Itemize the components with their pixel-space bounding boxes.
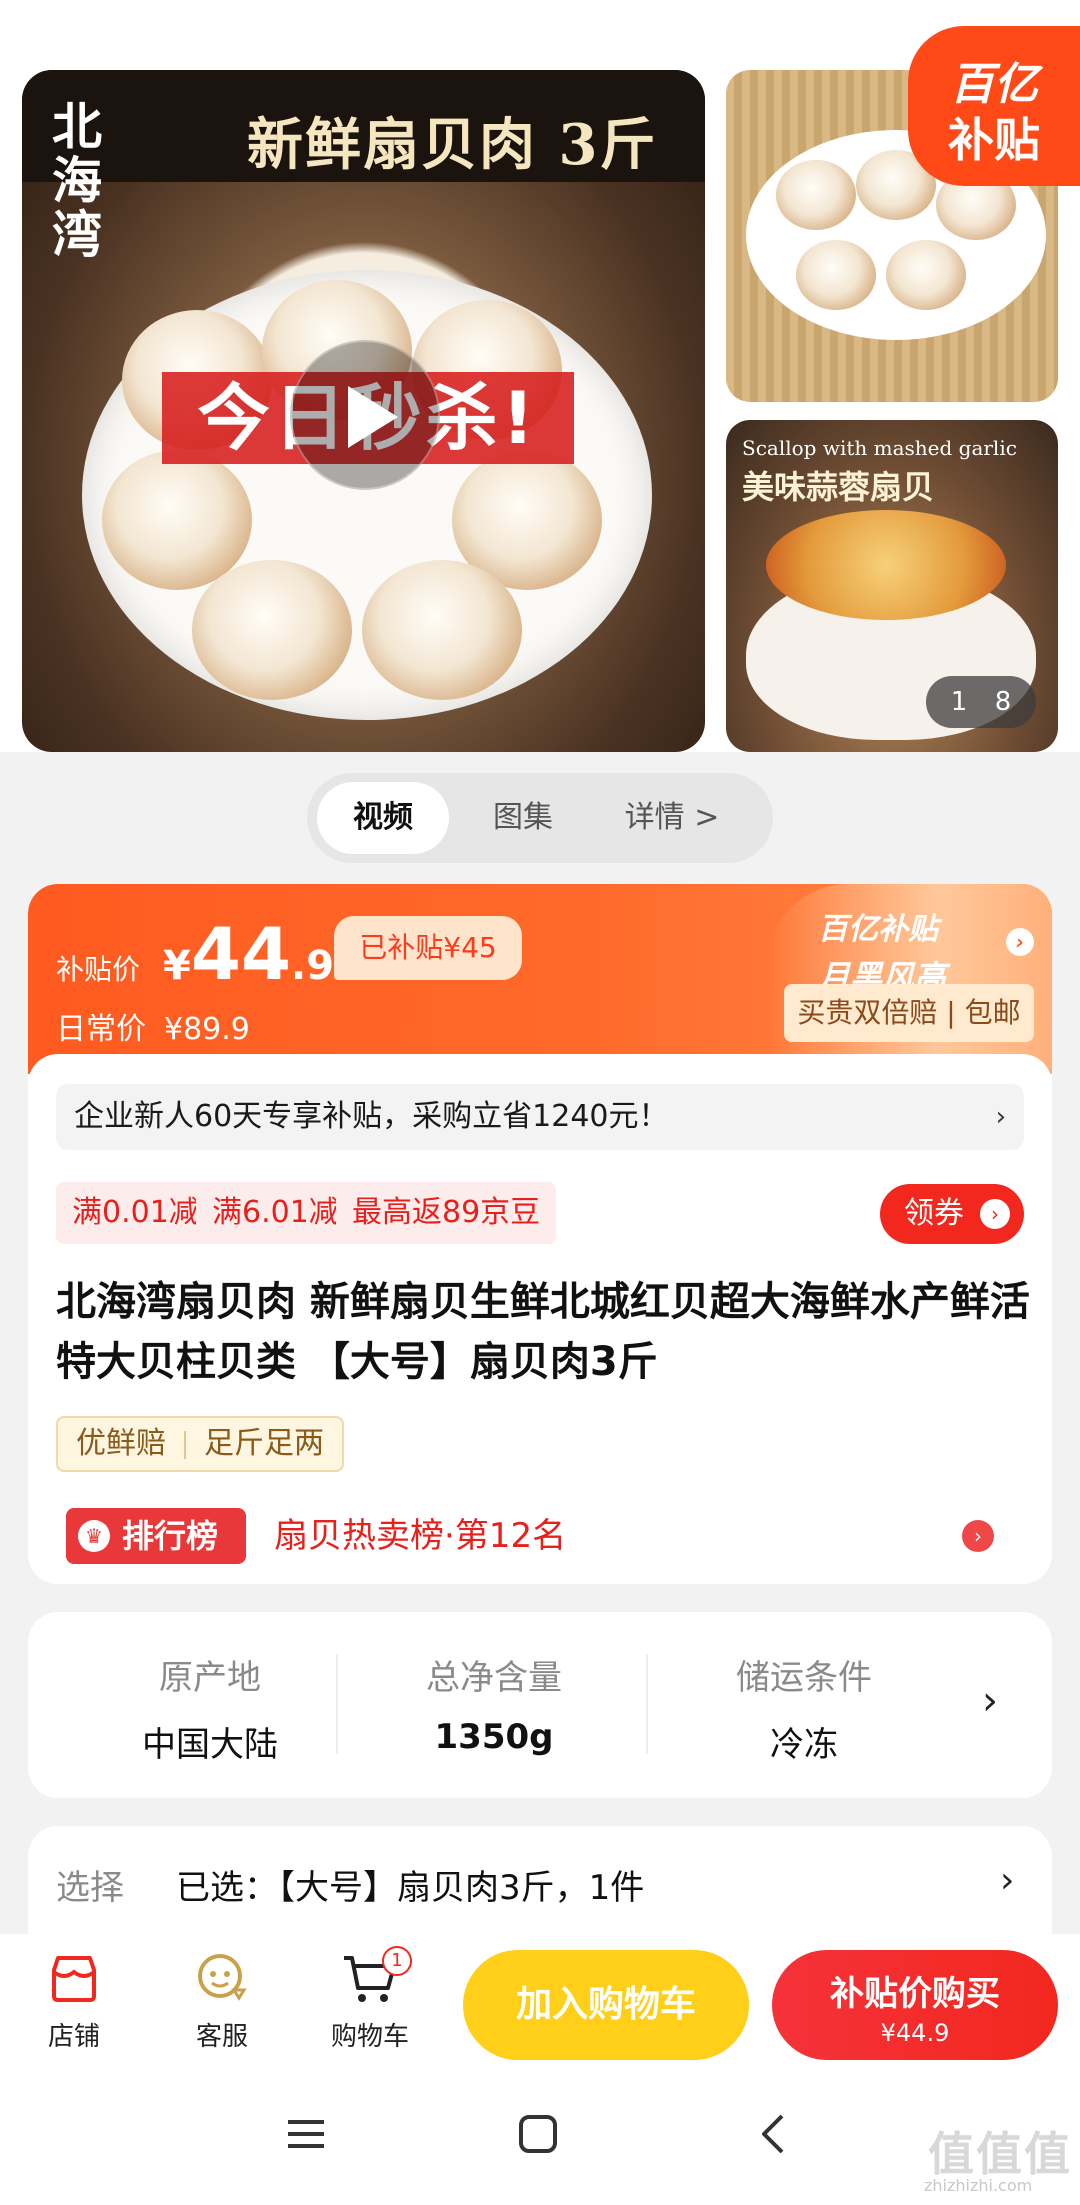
daily-price: 日常价 ¥89.9 <box>56 1004 250 1048</box>
cart-label: 购物车 <box>330 2022 409 2052</box>
brand-subsidy-line1: 百亿补贴 <box>818 912 938 947</box>
customer-service-label: 客服 <box>195 2022 248 2052</box>
price-card: 补贴价 ¥44.9 已补贴¥45 日常价 ¥89.9 百亿补贴 月黑风高 › 买贵… <box>28 884 1052 1584</box>
tab-gallery[interactable]: 图集 <box>457 782 589 854</box>
tab-details[interactable]: 详情 > <box>597 782 747 854</box>
subsidy-corner-line1: 百亿 <box>950 59 1038 110</box>
buy-now-price: ¥44.9 <box>880 2019 950 2047</box>
thumbnail-english-caption: Scallop with mashed garlic <box>742 436 1017 460</box>
cart-button[interactable]: 1 购物车 <box>320 1946 420 2053</box>
price-header: 补贴价 ¥44.9 已补贴¥45 日常价 ¥89.9 百亿补贴 月黑风高 › 买贵… <box>28 884 1052 1074</box>
gallery-counter: 18 <box>926 676 1036 728</box>
get-coupon-button[interactable]: 领券 › <box>880 1184 1024 1244</box>
price-decimal: .9 <box>291 943 335 989</box>
scallop-plate-image <box>82 270 652 720</box>
image-gallery[interactable]: 北海湾 新鲜扇贝肉 3斤 今日秒杀! Scallop with mashed g… <box>0 0 1080 752</box>
chevron-right-icon: › <box>1000 1860 1015 1901</box>
garlic-scallop-image <box>766 510 1006 620</box>
subsidy-corner-badge: 百亿 补贴 <box>908 26 1080 186</box>
spec-label: 总净含量 <box>426 1658 562 1698</box>
chevron-right-icon: › <box>1006 928 1034 956</box>
play-icon <box>348 386 398 448</box>
brand-logo-text: 北海湾 <box>52 97 102 264</box>
gallery-counter-current: 1 <box>950 687 968 717</box>
select-label: 选择 <box>56 1868 124 1908</box>
media-tabs: 视频 图集 详情 > <box>307 773 773 863</box>
tab-video[interactable]: 视频 <box>317 782 449 854</box>
watermark-url: zhizhizhi.com <box>924 2176 1033 2195</box>
subsidy-price-label: 补贴价 <box>56 953 141 986</box>
buy-now-button[interactable]: 补贴价购买 ¥44.9 <box>772 1950 1058 2060</box>
spec-value: 中国大陆 <box>142 1725 278 1765</box>
spec-label: 储运条件 <box>736 1658 872 1698</box>
spec-value: 1350g <box>434 1717 554 1757</box>
spec-divider <box>336 1654 338 1754</box>
price-guarantee-badge[interactable]: 买贵双倍赔 | 包邮 <box>784 984 1034 1042</box>
subsidized-amount-badge: 已补贴¥45 <box>334 916 522 980</box>
chevron-right-icon[interactable]: › <box>982 1678 998 1724</box>
product-page: 北海湾 新鲜扇贝肉 3斤 今日秒杀! Scallop with mashed g… <box>0 0 1080 2205</box>
spec-origin: 原产地 中国大陆 <box>60 1650 360 1766</box>
ranking-badge-label: 排行榜 <box>122 1517 219 1555</box>
promo-section: 企业新人60天专享补贴，采购立省1240元！ › 满0.01减6 满6.01减6… <box>28 1054 1052 1584</box>
add-to-cart-button[interactable]: 加入购物车 <box>463 1950 749 2060</box>
cart-count-badge: 1 <box>382 1946 412 1976</box>
store-label: 店铺 <box>47 2022 100 2052</box>
back-icon[interactable] <box>752 2112 796 2156</box>
new-user-offer-text: 企业新人60天专享补贴，采购立省1240元！ <box>74 1099 669 1134</box>
subsidy-corner-line2: 补贴 <box>948 113 1040 167</box>
price-integer: 44 <box>190 912 292 996</box>
spec-net-weight: 总净含量 1350g <box>344 1650 644 1757</box>
customer-service-button[interactable]: 客服 <box>172 1946 272 2053</box>
spec-label: 原产地 <box>159 1658 261 1698</box>
play-video-button[interactable] <box>290 340 440 490</box>
customer-service-icon <box>198 1954 247 2001</box>
main-product-video[interactable]: 北海湾 新鲜扇贝肉 3斤 今日秒杀! <box>22 70 705 752</box>
spec-storage: 储运条件 冷冻 <box>654 1650 954 1766</box>
selected-variant: 已选：【大号】扇贝肉3斤，1件 <box>176 1868 645 1908</box>
recent-apps-icon[interactable] <box>284 2112 328 2156</box>
variant-selector[interactable]: 选择 已选：【大号】扇贝肉3斤，1件 › <box>28 1826 1052 1946</box>
subsidy-price: ¥44.9 <box>163 912 334 996</box>
spec-divider <box>646 1654 648 1754</box>
daily-price-label: 日常价 <box>56 1012 146 1047</box>
get-coupon-label: 领券 <box>904 1196 964 1231</box>
spec-value: 冷冻 <box>770 1725 838 1765</box>
store-icon <box>52 1956 96 2002</box>
daily-price-value: ¥89.9 <box>164 1012 250 1047</box>
main-image-title: 新鲜扇贝肉 3斤 <box>247 112 658 178</box>
product-specs[interactable]: 原产地 中国大陆 总净含量 1350g 储运条件 冷冻 › <box>28 1612 1052 1798</box>
new-user-offer-banner[interactable]: 企业新人60天专享补贴，采购立省1240元！ › <box>56 1084 1024 1150</box>
chevron-right-icon: › <box>995 1102 1006 1132</box>
price-currency: ¥ <box>163 943 191 989</box>
buy-now-label: 补贴价购买 <box>830 1974 1000 2014</box>
thumbnail-chinese-caption: 美味蒜蓉扇贝 <box>742 468 935 506</box>
service-tags[interactable]: 优鲜赔 足斤足两 <box>56 1416 344 1472</box>
chevron-right-icon[interactable]: › <box>962 1520 994 1552</box>
ranking-badge[interactable]: ♛ 排行榜 <box>66 1508 246 1564</box>
home-icon[interactable] <box>516 2112 560 2156</box>
coupon-tag-3[interactable]: 最高返89京豆 <box>336 1182 557 1244</box>
brand-logo: 北海湾 <box>52 100 172 270</box>
gallery-counter-total: 8 <box>994 687 1012 717</box>
watermark-logo: 值值值 <box>928 2127 1072 2181</box>
service-tag-1: 优鲜赔 <box>76 1426 166 1461</box>
service-tag-2: 足斤足两 <box>204 1426 324 1461</box>
product-title: 北海湾扇贝肉 新鲜扇贝生鲜北城红贝超大海鲜水产鲜活特大贝柱贝类 【大号】扇贝肉3… <box>56 1279 1030 1385</box>
store-button[interactable]: 店铺 <box>24 1946 124 2053</box>
chevron-right-icon: › <box>980 1199 1010 1229</box>
ranking-text[interactable]: 扇贝热卖榜·第12名 <box>274 1508 566 1564</box>
trophy-icon: ♛ <box>78 1520 110 1552</box>
system-navigation-bar <box>0 2066 1080 2205</box>
bottom-action-bar: 店铺 客服 1 购物车 加入购物车 补贴价购买 ¥44.9 <box>0 1934 1080 2066</box>
